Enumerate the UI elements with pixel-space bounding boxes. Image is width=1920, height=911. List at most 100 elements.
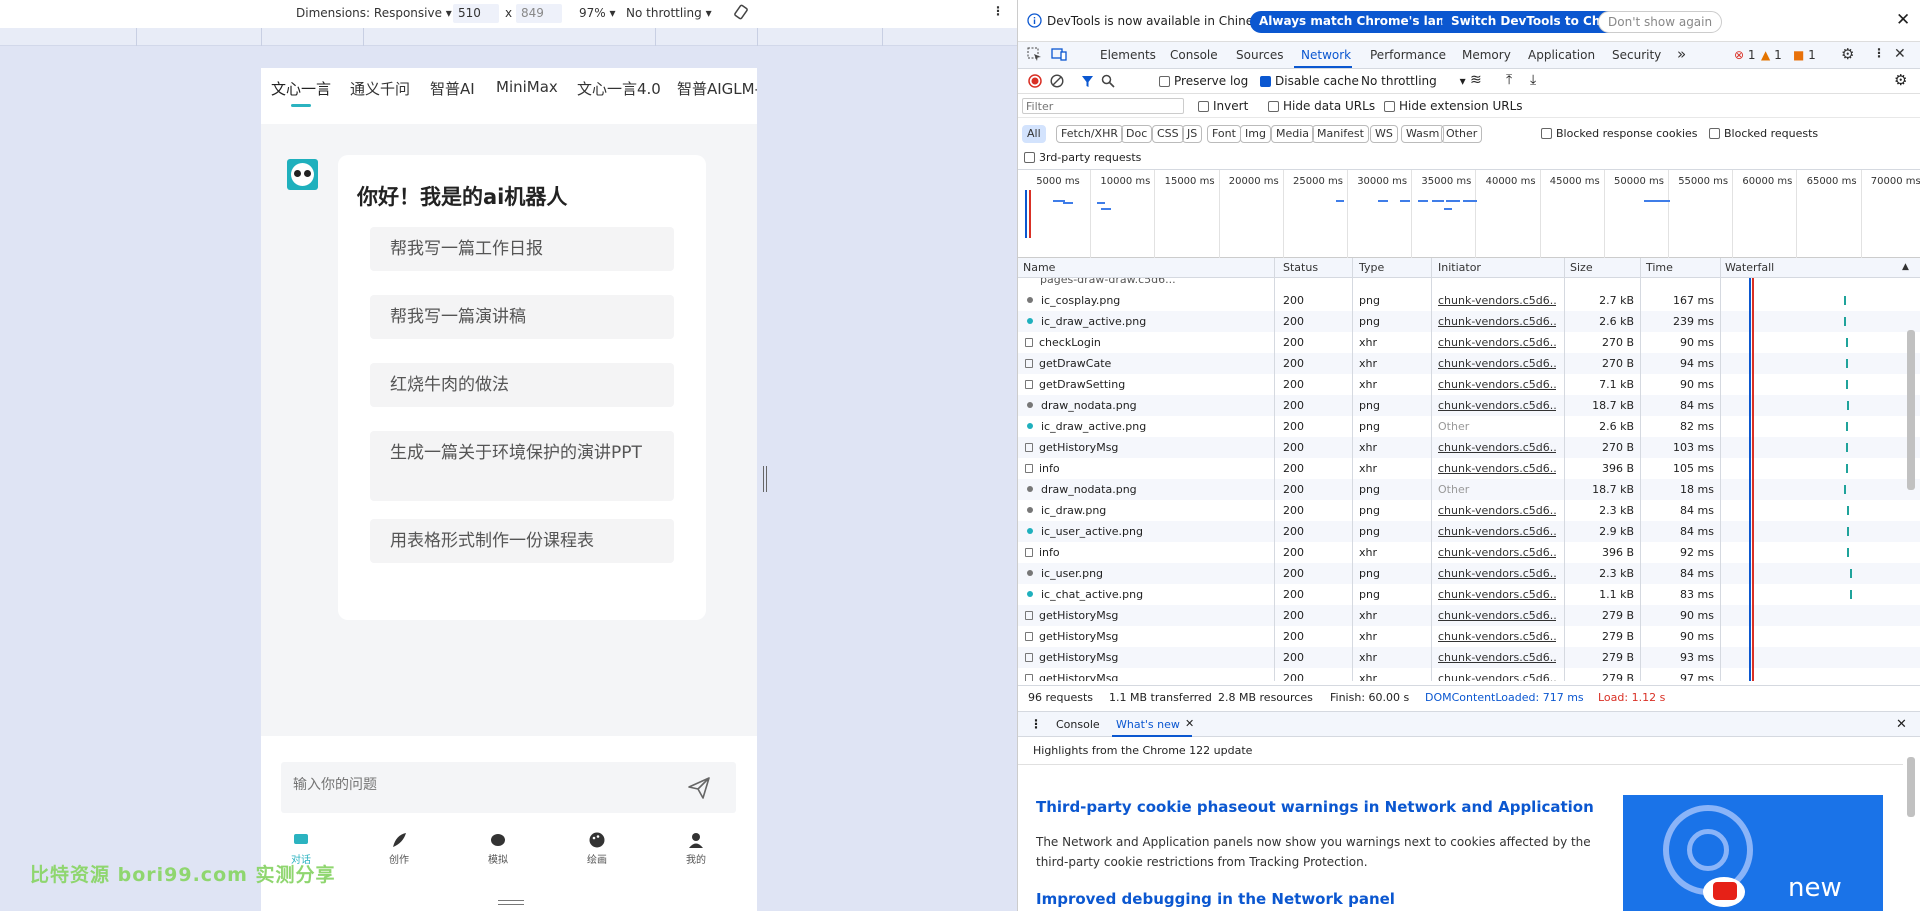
settings-gear-icon[interactable]: ⚙ [1841, 45, 1854, 63]
nav-profile[interactable]: 我的 [666, 831, 726, 866]
request-initiator[interactable]: chunk-vendors.c5d6... [1438, 353, 1556, 374]
hide-extension-urls-checkbox[interactable]: Hide extension URLs [1384, 99, 1523, 113]
tab-tongyi[interactable]: 通义千问 [350, 78, 410, 99]
request-initiator[interactable]: chunk-vendors.c5d6... [1438, 626, 1556, 647]
col-name[interactable]: Name [1023, 261, 1055, 274]
sort-arrow-icon[interactable]: ▲ [1902, 262, 1909, 272]
send-icon[interactable] [687, 776, 711, 800]
height-input[interactable]: 849 [516, 4, 562, 23]
tab-memory[interactable]: Memory [1462, 48, 1511, 62]
nav-create[interactable]: 创作 [369, 831, 429, 866]
bottom-resize-handle[interactable] [498, 900, 524, 905]
filter-img[interactable]: Img [1240, 125, 1271, 143]
table-row[interactable]: info 200 xhr chunk-vendors.c5d6... 396 B 105 … [1018, 458, 1920, 479]
tab-sources[interactable]: Sources [1236, 48, 1283, 62]
drawer-tab-whats-new[interactable]: What's new [1116, 718, 1180, 731]
table-row[interactable]: getHistoryMsg 200 xhr chunk-vendors.c5d6...… [1018, 626, 1920, 647]
tab-console[interactable]: Console [1170, 48, 1218, 62]
table-row[interactable]: draw_nodata.png 200 png Other 18.7 kB 18 ms [1018, 479, 1920, 500]
filter-ws[interactable]: WS [1370, 125, 1398, 143]
zoom-dropdown[interactable]: 97% ▾ [579, 6, 616, 20]
tab-minimax[interactable]: MiniMax [496, 78, 558, 96]
tab-network[interactable]: Network [1301, 48, 1351, 62]
drawer-menu-icon[interactable]: ⋮ [1030, 717, 1042, 731]
export-har-icon[interactable]: ⤓ [1530, 72, 1536, 88]
table-row[interactable]: ic_draw.png 200 png chunk-vendors.c5d6... 2.… [1018, 500, 1920, 521]
table-scrollbar[interactable] [1907, 330, 1915, 490]
disable-cache-checkbox[interactable]: Disable cache [1260, 74, 1359, 88]
throttling-select[interactable]: No throttling ▾ [1361, 74, 1466, 88]
question-input[interactable] [293, 777, 653, 793]
nav-simulate[interactable]: 模拟 [468, 831, 528, 866]
filter-font[interactable]: Font [1207, 125, 1241, 143]
table-row[interactable]: getDrawCate 200 xhr chunk-vendors.c5d6... 27… [1018, 353, 1920, 374]
table-row[interactable]: ic_user_active.png 200 png chunk-vendors.c5… [1018, 521, 1920, 542]
rotate-icon[interactable] [732, 3, 750, 24]
table-row[interactable]: getHistoryMsg 200 xhr chunk-vendors.c5d6...… [1018, 668, 1920, 681]
dimensions-dropdown[interactable]: Dimensions: Responsive ▾ [296, 6, 452, 20]
request-initiator[interactable]: chunk-vendors.c5d6... [1438, 647, 1556, 668]
close-tab-icon[interactable]: ✕ [1185, 717, 1194, 730]
col-time[interactable]: Time [1646, 261, 1673, 274]
table-row[interactable]: checkLogin 200 xhr chunk-vendors.c5d6... 270… [1018, 332, 1920, 353]
network-settings-icon[interactable]: ⚙ [1894, 71, 1907, 89]
request-initiator[interactable]: chunk-vendors.c5d6... [1438, 563, 1556, 584]
request-initiator[interactable]: chunk-vendors.c5d6... [1438, 542, 1556, 563]
request-initiator[interactable]: chunk-vendors.c5d6... [1438, 332, 1556, 353]
article-link-debugging[interactable]: Improved debugging in the Network panel [1036, 890, 1395, 908]
table-row[interactable]: getHistoryMsg 200 xhr chunk-vendors.c5d6...… [1018, 437, 1920, 458]
preserve-log-checkbox[interactable]: Preserve log [1159, 74, 1248, 88]
panel-scrollbar[interactable] [1907, 757, 1915, 817]
request-initiator[interactable]: chunk-vendors.c5d6... [1438, 605, 1556, 626]
throttle-dropdown[interactable]: No throttling ▾ [626, 6, 712, 20]
col-initiator[interactable]: Initiator [1438, 261, 1481, 274]
request-initiator[interactable]: chunk-vendors.c5d6... [1438, 458, 1556, 479]
suggestion-item[interactable]: 红烧牛肉的做法 [370, 363, 674, 407]
suggestion-item[interactable]: 帮我写一篇工作日报 [370, 227, 674, 271]
filter-other[interactable]: Other [1441, 125, 1483, 143]
suggestion-item[interactable]: 用表格形式制作一份课程表 [370, 519, 674, 563]
hide-data-urls-checkbox[interactable]: Hide data URLs [1268, 99, 1375, 113]
tab-performance[interactable]: Performance [1370, 48, 1446, 62]
col-status[interactable]: Status [1283, 261, 1318, 274]
close-icon[interactable]: ✕ [1896, 10, 1910, 30]
device-toggle-icon[interactable] [1051, 47, 1067, 62]
col-size[interactable]: Size [1570, 261, 1593, 274]
blocked-requests-checkbox[interactable]: Blocked requests [1709, 127, 1818, 140]
import-har-icon[interactable]: ⤒ [1506, 72, 1512, 88]
third-party-checkbox[interactable]: 3rd-party requests [1024, 151, 1141, 164]
table-row[interactable]: draw_nodata.png 200 png chunk-vendors.c5d6.… [1018, 395, 1920, 416]
search-icon[interactable] [1101, 74, 1115, 88]
filter-icon[interactable] [1081, 75, 1094, 88]
article-link-cookies[interactable]: Third-party cookie phaseout warnings in … [1036, 798, 1594, 816]
inspect-icon[interactable] [1027, 47, 1042, 62]
request-initiator[interactable]: chunk-vendors.c5d6... [1438, 374, 1556, 395]
table-row[interactable]: getDrawSetting 200 xhr chunk-vendors.c5d6..… [1018, 374, 1920, 395]
col-type[interactable]: Type [1359, 261, 1384, 274]
network-conditions-icon[interactable]: ≋ [1470, 72, 1482, 88]
close-devtools-icon[interactable]: ✕ [1894, 46, 1906, 62]
table-row[interactable]: getHistoryMsg 200 xhr chunk-vendors.c5d6...… [1018, 605, 1920, 626]
video-thumbnail[interactable]: new [1623, 795, 1883, 911]
table-row[interactable]: info 200 xhr chunk-vendors.c5d6... 396 B 92 m… [1018, 542, 1920, 563]
tab-wenxin4[interactable]: 文心一言4.0 [577, 78, 661, 99]
table-row[interactable]: ic_user.png 200 png chunk-vendors.c5d6... 2.… [1018, 563, 1920, 584]
issue-counter[interactable]: ■ 1 [1793, 48, 1816, 62]
request-initiator[interactable]: chunk-vendors.c5d6... [1438, 437, 1556, 458]
filter-all[interactable]: All [1022, 125, 1046, 143]
table-row[interactable]: ic_draw_active.png 200 png chunk-vendors.c5… [1018, 311, 1920, 332]
error-counter[interactable]: ⊗ 1 [1734, 48, 1756, 62]
table-row[interactable]: getHistoryMsg 200 xhr chunk-vendors.c5d6...… [1018, 647, 1920, 668]
request-initiator[interactable]: chunk-vendors.c5d6... [1438, 668, 1556, 681]
table-row[interactable]: ic_cosplay.png 200 png chunk-vendors.c5d6..… [1018, 290, 1920, 311]
filter-js[interactable]: JS [1182, 125, 1203, 143]
filter-wasm[interactable]: Wasm [1401, 125, 1445, 143]
more-tabs-icon[interactable]: » [1677, 45, 1686, 63]
clear-icon[interactable] [1050, 74, 1064, 88]
dont-show-again-button[interactable]: Don't show again [1598, 11, 1723, 33]
more-options-icon[interactable]: ⋮ [992, 4, 1004, 18]
suggestion-item[interactable]: 生成一篇关于环境保护的演讲PPT [370, 431, 674, 501]
tab-security[interactable]: Security [1612, 48, 1661, 62]
nav-draw[interactable]: 绘画 [567, 831, 627, 866]
timeline-overview[interactable]: 5000 ms 10000 ms 15000 ms 20000 ms 25000 ms 3… [1018, 170, 1920, 258]
